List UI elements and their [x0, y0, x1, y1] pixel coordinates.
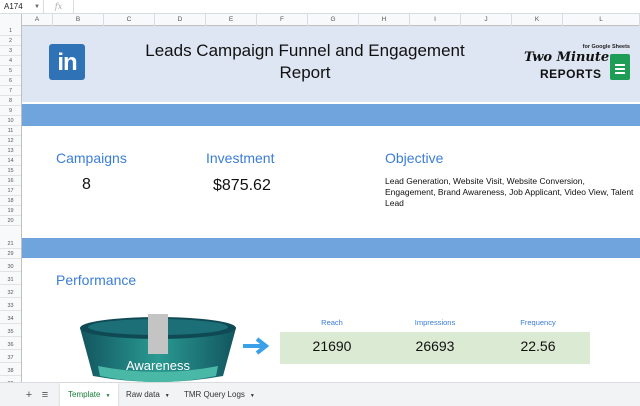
column-header-l[interactable]: L	[563, 14, 640, 26]
row-header[interactable]: 12	[0, 136, 21, 146]
performance-label: Performance	[56, 272, 137, 288]
column-header-h[interactable]: H	[359, 14, 410, 26]
chevron-down-icon: ▼	[249, 393, 255, 399]
objective-value: Lead Generation, Website Visit, Website …	[385, 176, 634, 208]
investment-value: $875.62	[213, 177, 271, 194]
row-header[interactable]: 34	[0, 314, 21, 324]
column-header-j[interactable]: J	[461, 14, 512, 26]
column-headers: A B C D E F G H I J K L	[0, 14, 640, 26]
tab-raw-data[interactable]: Raw data ▼	[118, 383, 178, 406]
add-sheet-icon[interactable]: +	[22, 383, 36, 406]
metric-header-reach: Reach	[321, 318, 343, 327]
column-header-i[interactable]: I	[410, 14, 461, 26]
name-box[interactable]: A174 ▼	[0, 0, 44, 14]
column-header-g[interactable]: G	[308, 14, 359, 26]
all-sheets-menu-icon[interactable]: ≡	[38, 383, 52, 406]
formula-input[interactable]	[74, 0, 640, 14]
row-header[interactable]: 6	[0, 76, 21, 86]
column-header-a[interactable]: A	[22, 14, 53, 26]
row-header[interactable]: 10	[0, 116, 21, 126]
report-title: Leads Campaign Funnel and Engagement Rep…	[145, 41, 465, 82]
tab-tmr-query-logs[interactable]: TMR Query Logs ▼	[176, 383, 263, 406]
row-header[interactable]: 31	[0, 275, 21, 285]
brand-line-2: REPORTS	[540, 67, 602, 81]
row-header[interactable]: 15	[0, 166, 21, 176]
row-header[interactable]: 17	[0, 186, 21, 196]
row-header[interactable]: 11	[0, 126, 21, 136]
report-header: in Leads Campaign Funnel and Engagement …	[22, 26, 640, 102]
metric-header-frequency: Frequency	[520, 318, 556, 327]
row-header[interactable]: 3	[0, 46, 21, 56]
google-sheets-icon	[610, 54, 630, 80]
row-header[interactable]: 29	[0, 249, 21, 259]
row-headers: 1 2 3 4 5 6 7 8 9 10 11 12 13 14 15 16 1…	[0, 26, 22, 382]
row-header[interactable]: 2	[0, 36, 21, 46]
brand-line-1: Two Minute	[524, 50, 610, 65]
campaigns-label: Campaigns	[56, 150, 127, 166]
row-header[interactable]: 18	[0, 196, 21, 206]
column-header-d[interactable]: D	[155, 14, 206, 26]
chevron-down-icon: ▼	[105, 393, 111, 399]
row-header[interactable]: 1	[0, 26, 21, 36]
sheet-tabs-bar: + ≡ Template ▼ Raw data ▼ TMR Query Logs ▼	[0, 382, 640, 406]
linkedin-logo-icon: in	[49, 44, 85, 80]
row-header[interactable]: 30	[0, 262, 21, 272]
fx-icon: fx	[44, 0, 74, 14]
row-header[interactable]: 38	[0, 366, 21, 376]
column-header-b[interactable]: B	[53, 14, 104, 26]
tab-label: Raw data	[126, 390, 160, 399]
row-header[interactable]: 19	[0, 206, 21, 216]
two-minute-reports-logo: for Google Sheets Two Minute REPORTS	[522, 44, 634, 88]
metric-value-impressions: 26693	[415, 338, 455, 354]
row-header[interactable]: 37	[0, 353, 21, 363]
select-all-corner[interactable]	[0, 14, 22, 26]
tab-label: TMR Query Logs	[184, 390, 245, 399]
row-header[interactable]: 32	[0, 288, 21, 298]
metric-value-frequency: 22.56	[520, 338, 556, 354]
chevron-down-icon: ▼	[164, 393, 170, 399]
chevron-down-icon: ▼	[34, 3, 40, 10]
objective-label: Objective	[385, 150, 444, 166]
campaigns-value: 8	[82, 176, 91, 193]
metric-header-impressions: Impressions	[414, 318, 456, 327]
formula-bar: A174 ▼ fx	[0, 0, 640, 14]
row-header[interactable]: 21	[0, 239, 21, 249]
row-header[interactable]: 35	[0, 327, 21, 337]
row-header[interactable]: 5	[0, 66, 21, 76]
row-header[interactable]: 20	[0, 216, 21, 226]
cell-reference: A174	[4, 2, 23, 11]
sheet-grid[interactable]: in Leads Campaign Funnel and Engagement …	[22, 26, 640, 382]
column-header-f[interactable]: F	[257, 14, 308, 26]
metric-value-reach: 21690	[312, 338, 352, 354]
divider-band	[22, 238, 640, 258]
row-header[interactable]: 7	[0, 86, 21, 96]
arrow-right-icon	[243, 337, 270, 355]
investment-label: Investment	[206, 150, 275, 166]
row-header[interactable]: 4	[0, 56, 21, 66]
row-header[interactable]: 14	[0, 156, 21, 166]
row-header[interactable]: 8	[0, 96, 21, 106]
row-header[interactable]: 36	[0, 340, 21, 350]
divider-band	[22, 104, 640, 126]
column-header-k[interactable]: K	[512, 14, 563, 26]
column-header-c[interactable]: C	[104, 14, 155, 26]
tab-label: Template	[68, 390, 101, 399]
performance-metrics: Reach Impressions Frequency 21690 26693 …	[280, 316, 590, 366]
row-header[interactable]: 16	[0, 176, 21, 186]
row-header[interactable]: 33	[0, 301, 21, 311]
row-header[interactable]: 13	[0, 146, 21, 156]
tab-template[interactable]: Template ▼	[60, 383, 119, 406]
column-header-e[interactable]: E	[206, 14, 257, 26]
row-header[interactable]: 9	[0, 106, 21, 116]
funnel-stage-label: Awareness	[125, 358, 191, 373]
